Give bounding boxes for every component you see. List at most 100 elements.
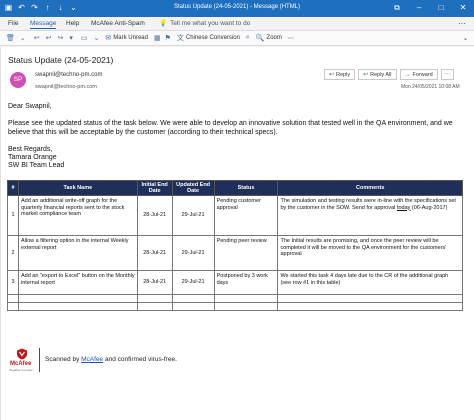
divider <box>39 348 40 372</box>
greeting: Dear Swapnil, <box>8 103 52 110</box>
chevron-down-icon: ⌄ <box>19 35 26 42</box>
reply-button[interactable]: ↩ <box>34 34 40 42</box>
row-number: 2 <box>7 235 19 271</box>
header-comments: Comments <box>277 180 463 196</box>
sender-address[interactable]: swapnil@techno-pm.com <box>35 72 102 78</box>
flag-button[interactable]: ⚑ <box>165 34 171 42</box>
tab-help[interactable]: Help <box>66 20 79 27</box>
row-number: 3 <box>7 270 19 295</box>
row-number: 1 <box>7 195 19 236</box>
reply-icon: ↩ <box>33 35 40 42</box>
chinese-conversion-button[interactable]: 文 Chinese Conversion <box>177 33 240 43</box>
comment-date-link[interactable]: today <box>397 205 410 211</box>
folder-icon: ▭ <box>80 35 88 42</box>
tab-message[interactable]: Message <box>30 20 57 29</box>
ribbon-tabs: File Message Help McAfee Anti-Spam 💡 Tel… <box>0 17 474 31</box>
more-icon: ▾ <box>69 35 73 42</box>
table-row: 2 Allow a filtering option in the intern… <box>7 235 463 271</box>
more-options-icon[interactable]: ⋯ <box>458 19 466 28</box>
reply-all-label: Reply All <box>370 71 392 78</box>
mcafee-tagline: Together is power. <box>9 368 34 372</box>
forward-action-button[interactable]: → Forward <box>399 69 438 80</box>
forward-button[interactable]: ↪ <box>58 34 64 42</box>
forward-icon: → <box>404 71 411 78</box>
mcafee-brand: McAfee <box>10 361 32 367</box>
updated-end-date: 29-Jul-21 <box>171 270 215 295</box>
tab-file[interactable]: File <box>8 20 18 27</box>
close-icon[interactable]: ✕ <box>452 0 474 17</box>
more-actions-button[interactable]: ⋯ <box>440 69 455 80</box>
table-row-empty <box>7 294 463 303</box>
message-actions: ↩ Reply ↩ Reply All → Forward ⋯ <box>324 69 455 80</box>
title-bar: ▣ ↶ ↷ ↑ ↓ ⌄ Status Update (24-05-2021) -… <box>0 0 474 17</box>
header-number: # <box>7 180 19 196</box>
mcafee-logo: McAfee Together is power. <box>8 348 36 372</box>
tab-mcafee-anti-spam[interactable]: McAfee Anti-Spam <box>91 20 145 27</box>
scan-text-tail: and confirmed virus-free. <box>103 356 177 363</box>
task-status: Pending peer review <box>213 235 279 271</box>
zoom-label: Zoom <box>266 35 282 41</box>
reply-action-button[interactable]: ↩ Reply <box>324 69 356 80</box>
category-icon: ▦ <box>153 35 161 42</box>
minimize-icon[interactable]: – <box>408 0 430 17</box>
reply-all-icon: ↩ <box>363 72 369 78</box>
sender-avatar[interactable]: SP <box>10 72 26 88</box>
reply-label: Reply <box>336 71 351 78</box>
find-button[interactable]: ⌕ <box>246 34 250 42</box>
table-row: 3 Add an "export to Excel" button on the… <box>7 270 463 295</box>
task-name: Add an additional write-off graph for th… <box>17 195 138 236</box>
mcafee-shield-icon <box>17 348 27 360</box>
collapse-ribbon-icon[interactable]: ⌄ <box>463 35 468 42</box>
updated-end-date: 29-Jul-21 <box>171 195 215 236</box>
initial-end-date: 28-Jul-21 <box>136 195 173 236</box>
maximize-icon[interactable]: □ <box>430 0 452 17</box>
table-header-row: # Task Name Initial End Date Updated End… <box>7 180 463 196</box>
forward-label: Forward <box>412 71 433 78</box>
trash-icon: 🗑 <box>6 35 15 42</box>
translate-icon: 文 <box>176 35 184 42</box>
categorize-button[interactable]: ▦ <box>154 34 161 42</box>
initial-end-date: 28-Jul-21 <box>136 235 173 271</box>
task-comments: The simulation and testing results were … <box>277 195 463 236</box>
tell-me-label: Tell me what you want to do <box>170 19 251 27</box>
task-status: Pending customer approval <box>213 195 279 236</box>
chevron-down-icon: ⌄ <box>93 35 100 42</box>
zoom-icon: 🔍 <box>255 35 265 42</box>
chinese-conversion-label: Chinese Conversion <box>185 35 240 41</box>
comment-text-tail: (06-Aug-2017) <box>410 204 448 211</box>
task-name: Allow a filtering option in the internal… <box>17 235 138 271</box>
sent-date: Mon 24/05/2021 10:08 AM <box>401 84 460 90</box>
mark-unread-button[interactable]: ✉ Mark Unread <box>105 34 148 42</box>
scan-message: Scanned by McAfee and confirmed virus-fr… <box>45 356 177 363</box>
reply-icon: ↩ <box>329 72 335 78</box>
tell-me-search[interactable]: 💡 Tell me what you want to do <box>159 19 251 28</box>
task-name: Add an "export to Excel" button on the M… <box>17 270 138 295</box>
delete-dropdown[interactable]: ⌄ <box>20 34 26 42</box>
toolbar-more-icon[interactable]: ⋯ <box>288 35 294 42</box>
header-initial-end-date: Initial End Date <box>136 180 173 196</box>
mcafee-link[interactable]: McAfee <box>81 356 103 363</box>
restore-icon[interactable]: ⧉ <box>386 0 408 17</box>
signature-role: SW BI Team Lead <box>8 162 65 169</box>
window-controls: ⧉ – □ ✕ <box>386 0 474 17</box>
recipient-address[interactable]: swapnil@techno-pm.com <box>35 84 97 90</box>
task-status: Postponed by 3 work days <box>213 270 279 295</box>
reply-all-action-button[interactable]: ↩ Reply All <box>358 69 397 80</box>
more-respond-button[interactable]: ▾ <box>69 34 73 42</box>
delete-button[interactable]: 🗑 <box>6 34 15 42</box>
reply-all-button[interactable]: ↩ <box>46 34 52 42</box>
forward-icon: ↪ <box>57 35 64 42</box>
updated-end-date: 29-Jul-21 <box>171 235 215 271</box>
zoom-button[interactable]: 🔍 Zoom <box>256 34 282 42</box>
more-icon: ⋯ <box>444 71 451 78</box>
move-button[interactable]: ▭ <box>81 34 88 42</box>
ribbon-toolbar: 🗑 ⌄ ↩ ↩ ↪ ▾ ▭ ⌄ ✉ Mark Unread ▦ ⚑ 文 Chin… <box>0 31 474 46</box>
find-icon: ⌕ <box>245 34 250 41</box>
table-row: 1 Add an additional write-off graph for … <box>7 195 463 236</box>
scan-text: Scanned by <box>45 356 82 363</box>
envelope-icon: ✉ <box>105 35 112 42</box>
move-dropdown[interactable]: ⌄ <box>94 34 100 42</box>
message-subject: Status Update (24-05-2021) <box>8 55 114 65</box>
task-comments: The Initial results are promising, and o… <box>277 235 463 271</box>
task-comments: We started this task 4 days late due to … <box>277 270 463 295</box>
